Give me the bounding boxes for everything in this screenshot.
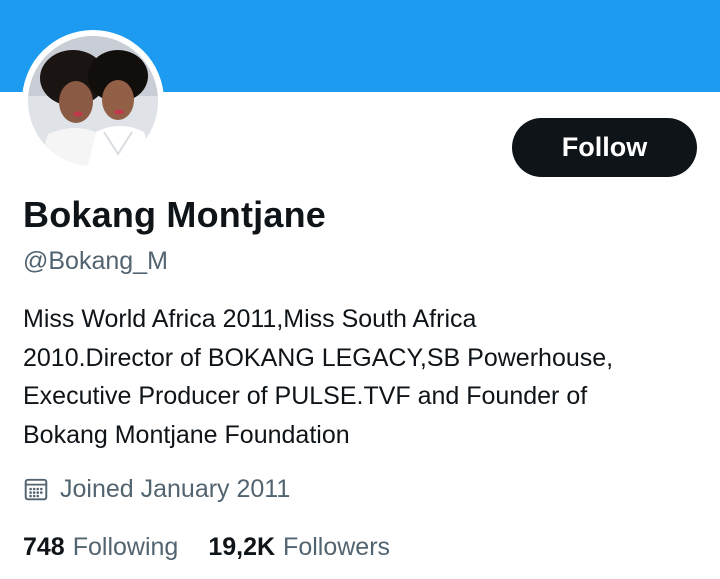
avatar[interactable] (28, 36, 158, 166)
profile-bio: Miss World Africa 2011,Miss South Africa… (23, 300, 703, 454)
follow-button[interactable]: Follow (512, 118, 697, 177)
display-name: Bokang Montjane (23, 194, 327, 235)
bio-line: Bokang Montjane Foundation (23, 420, 350, 449)
bio-line: Miss World Africa 2011,Miss South Africa (23, 305, 477, 333)
join-date: Joined January 2011 (23, 472, 290, 506)
calendar-icon (24, 478, 48, 501)
following-label: Following (72, 532, 179, 561)
bio-line: 2010.Director of BOKANG LEGACY,SB Powerh… (23, 343, 614, 372)
followers-link[interactable]: 19,2K Followers (208, 533, 390, 562)
joined-text: Joined January 2011 (60, 474, 291, 503)
followers-count: 19,2K (208, 532, 276, 561)
avatar-photo (28, 36, 158, 166)
user-handle: @Bokang_M (23, 247, 168, 275)
following-link[interactable]: 748 Following (23, 533, 178, 562)
following-count: 748 (23, 532, 65, 561)
follow-stats: 748 Following 19,2K Followers (23, 530, 390, 564)
bio-line: Executive Producer of PULSE.TVF and Foun… (23, 382, 588, 410)
followers-label: Followers (283, 532, 391, 561)
